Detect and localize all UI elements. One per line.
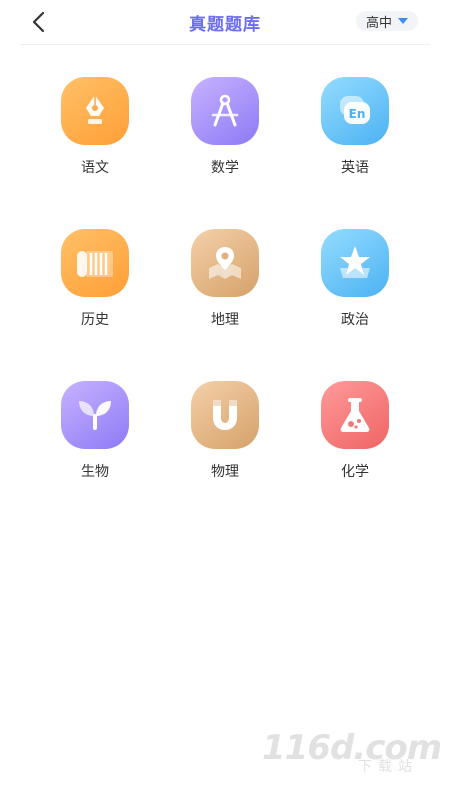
watermark-sub: 下载站 — [358, 759, 418, 775]
subject-tile-biology[interactable]: 生物 — [30, 381, 160, 481]
header-divider — [20, 44, 430, 45]
subject-tile-geography[interactable]: 地理 — [160, 229, 290, 329]
star-badge-icon — [340, 246, 370, 278]
subject-icon-box — [321, 381, 389, 449]
en-speech-bubble-icon: En — [340, 96, 370, 124]
subject-label: 政治 — [341, 312, 369, 328]
subject-tile-physics[interactable]: 物理 — [160, 381, 290, 481]
subject-label: 语文 — [81, 160, 109, 176]
subject-label: 历史 — [81, 312, 109, 328]
level-select-value: 高中 — [365, 15, 392, 31]
subject-grid: 语文 数学 En 英语 历史 地理 政治 生物 物理 化学 — [30, 77, 420, 481]
sprout-icon — [79, 401, 111, 430]
subject-icon-box — [61, 77, 129, 145]
subject-icon-box — [321, 229, 389, 297]
subject-tile-politics[interactable]: 政治 — [290, 229, 420, 329]
level-select[interactable]: 高中 — [356, 11, 418, 31]
subject-tile-math[interactable]: 数学 — [160, 77, 290, 177]
subject-label: 化学 — [341, 464, 369, 480]
watermark-logo: 116d.com 下载站 — [262, 728, 442, 778]
subject-label: 地理 — [211, 312, 239, 328]
subject-tile-chemistry[interactable]: 化学 — [290, 381, 420, 481]
scroll-icon — [77, 251, 113, 277]
subject-icon-box — [191, 229, 259, 297]
subject-icon-box — [191, 381, 259, 449]
flask-icon — [340, 398, 370, 432]
subject-label: 数学 — [211, 160, 239, 176]
page: 真题题库 高中 语文 数学 En 英语 历史 地理 政治 生物 物理 化学 11… — [0, 0, 450, 800]
subject-icon-box: En — [321, 77, 389, 145]
compass-icon — [211, 94, 239, 127]
subject-tile-chinese[interactable]: 语文 — [30, 77, 160, 177]
subject-label: 英语 — [341, 160, 369, 176]
subject-icon-box — [191, 77, 259, 145]
subject-icon-box — [61, 381, 129, 449]
subject-icon-box — [61, 229, 129, 297]
magnet-icon — [213, 400, 237, 430]
caret-down-icon — [398, 18, 408, 24]
subject-label: 生物 — [81, 464, 109, 480]
subject-label: 物理 — [211, 464, 239, 480]
map-pin-icon — [209, 247, 241, 279]
fountain-pen-icon — [86, 95, 104, 124]
subject-tile-history[interactable]: 历史 — [30, 229, 160, 329]
subject-tile-english[interactable]: En 英语 — [290, 77, 420, 177]
header: 真题题库 高中 — [0, 0, 450, 44]
svg-text:En: En — [349, 107, 366, 121]
